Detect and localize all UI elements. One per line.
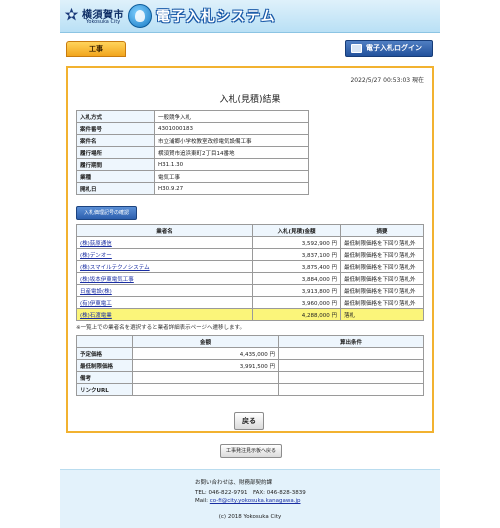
bid-info-table: 入札方式 一般競争入札 案件番号 4301000183 案件名 市立浦郷小学校教室改修電気…	[76, 110, 309, 195]
bid-amount: 3,884,000 円	[252, 272, 341, 285]
price-row: 予定価格 4,435,000 円	[76, 347, 424, 360]
info-row: 入札方式 一般競争入札	[76, 110, 309, 123]
info-row: 開札日 H30.9.27	[76, 182, 309, 195]
bid-summary: 最低制限価格を下回り落札外	[340, 260, 424, 273]
site-footer: お問い合わせは、財務部契約課 TEL: 046-822-9791 FAX: 04…	[60, 469, 440, 528]
bidder-name-link[interactable]: (株)石渡電業	[76, 308, 253, 321]
price-row: 最低制限価格 3,991,500 円	[76, 359, 424, 372]
info-row: 業種 電気工事	[76, 170, 309, 183]
system-title: 電子入札システム	[156, 9, 276, 25]
bid-summary: 最低制限価格を下回り落札外	[340, 296, 424, 309]
bidder-name-link[interactable]: (有)伊東電工	[76, 296, 253, 309]
result-row: (株)坂本伊東電気工事 3,884,000 円最低制限価格を下回り落札外	[76, 272, 424, 285]
footer-mail: Mail: co-fi@city.yokosuka.kanagawa.jp	[195, 498, 301, 504]
bid-summary: 最低制限価格を下回り落札外	[340, 272, 424, 285]
price-header-condition: 算出条件	[278, 335, 424, 348]
info-value: 横須賀市追浜東町2丁目14番地	[154, 146, 309, 159]
bid-summary: 最低制限価格を下回り落札外	[340, 248, 424, 261]
result-row: (株)デンオー 3,837,100 円最低制限価格を下回り落札外	[76, 248, 424, 261]
bid-summary: 最低制限価格を下回り落札外	[340, 284, 424, 297]
info-row: 履行期間 H31.1.30	[76, 158, 309, 171]
bidder-name-link[interactable]: (株)デンオー	[76, 248, 253, 261]
result-row: (株)荻原通信 3,592,900 円最低制限価格を下回り落札外	[76, 236, 424, 249]
info-label: 案件名	[76, 134, 155, 147]
bid-amount: 4,288,000 円	[252, 308, 341, 321]
back-button[interactable]: 戻る	[234, 412, 264, 430]
bid-amount: 3,592,900 円	[252, 236, 341, 249]
bid-amount: 3,875,400 円	[252, 260, 341, 273]
city-name-en: Yokosuka City	[86, 19, 121, 25]
price-amount	[132, 371, 279, 384]
price-header-amount: 金額	[132, 335, 279, 348]
price-table: 金額 算出条件 予定価格 4,435,000 円最低制限価格 3,991,500 円…	[76, 335, 424, 396]
timestamp: 2022/5/27 00:53:03 現在	[350, 77, 424, 84]
info-value: H31.1.30	[154, 158, 309, 171]
confirm-symbol-button[interactable]: 入札価理記号の確認	[76, 206, 137, 220]
price-label: リンクURL	[76, 383, 133, 396]
info-label: 案件番号	[76, 122, 155, 135]
info-label: 開札日	[76, 182, 155, 195]
column-header-amount: 入札(見積)金額	[252, 224, 341, 237]
back-to-list-button[interactable]: 工事発注見示板へ戻る	[220, 444, 282, 458]
price-label: 備考	[76, 371, 133, 384]
info-label: 履行期間	[76, 158, 155, 171]
result-row: (株)石渡電業 4,288,000 円落札	[76, 308, 424, 321]
info-value: 電気工事	[154, 170, 309, 183]
bid-summary: 最低制限価格を下回り落札外	[340, 236, 424, 249]
price-amount: 4,435,000 円	[132, 347, 279, 360]
price-row: リンクURL	[76, 383, 424, 396]
info-value: 4301000183	[154, 122, 309, 135]
column-header-summary: 摘要	[340, 224, 424, 237]
info-label: 履行場所	[76, 146, 155, 159]
price-label: 予定価格	[76, 347, 133, 360]
content-frame: 2022/5/27 00:53:03 現在 入札(見積)結果 入札方式 一般競争入…	[66, 66, 434, 433]
info-label: 入札方式	[76, 110, 155, 123]
info-row: 案件名 市立浦郷小学校教室改修電気設備工事	[76, 134, 309, 147]
bidder-name-link[interactable]: (株)スマイルテクノシステム	[76, 260, 253, 273]
result-row: 日産電設(株) 3,913,800 円最低制限価格を下回り落札外	[76, 284, 424, 297]
info-value: 一般競争入札	[154, 110, 309, 123]
price-row: 備考	[76, 371, 424, 384]
bid-results-table: 業者名 入札(見積)金額 摘要 (株)荻原通信 3,592,900 円最低制限価格…	[76, 224, 424, 321]
system-logo-icon	[128, 4, 152, 28]
info-value: 市立浦郷小学校教室改修電気設備工事	[154, 134, 309, 147]
price-condition	[278, 347, 424, 360]
price-condition	[278, 383, 424, 396]
footer-mail-label: Mail:	[195, 498, 210, 504]
price-amount	[132, 383, 279, 396]
footer-mail-link[interactable]: co-fi@city.yokosuka.kanagawa.jp	[210, 498, 301, 504]
footer-contact: お問い合わせは、財務部契約課	[195, 480, 273, 486]
price-amount: 3,991,500 円	[132, 359, 279, 372]
login-button[interactable]: 電子入札ログイン	[345, 40, 433, 57]
result-row: (株)スマイルテクノシステム 3,875,400 円最低制限価格を下回り落札外	[76, 260, 424, 273]
bid-summary: 落札	[340, 308, 424, 321]
bid-amount: 3,837,100 円	[252, 248, 341, 261]
info-label: 業種	[76, 170, 155, 183]
bidder-name-link[interactable]: (株)荻原通信	[76, 236, 253, 249]
footer-phone: TEL: 046-822-9791 FAX: 046-828-3839	[195, 490, 306, 496]
column-header-name: 業者名	[76, 224, 253, 237]
city-emblem-icon	[64, 7, 79, 21]
price-condition	[278, 371, 424, 384]
bidder-name-link[interactable]: (株)坂本伊東電気工事	[76, 272, 253, 285]
site-header: 横須賀市 Yokosuka City 電子入札システム	[60, 0, 440, 33]
bid-amount: 3,913,800 円	[252, 284, 341, 297]
copyright: (c) 2018 Yokosuka City	[218, 514, 282, 520]
tab-construction[interactable]: 工事	[66, 41, 126, 57]
info-row: 履行場所 横須賀市追浜東町2丁目14番地	[76, 146, 309, 159]
price-condition	[278, 359, 424, 372]
price-label: 最低制限価格	[76, 359, 133, 372]
page: 横須賀市 Yokosuka City 電子入札システム 工事 電子入札ログイン …	[60, 0, 440, 528]
info-value: H30.9.27	[154, 182, 309, 195]
info-row: 案件番号 4301000183	[76, 122, 309, 135]
bidder-name-link[interactable]: 日産電設(株)	[76, 284, 253, 297]
result-row: (有)伊東電工 3,960,000 円最低制限価格を下回り落札外	[76, 296, 424, 309]
tab-bar: 工事 電子入札ログイン	[60, 40, 440, 58]
price-header-blank	[76, 335, 133, 348]
login-button-label: 電子入札ログイン	[366, 44, 422, 52]
page-title: 入札(見積)結果	[219, 95, 281, 105]
table-note: ※一覧上での業者名を選択すると業者詳細表示ページへ遷移します。	[76, 325, 245, 331]
monitor-icon	[351, 44, 362, 53]
bid-amount: 3,960,000 円	[252, 296, 341, 309]
